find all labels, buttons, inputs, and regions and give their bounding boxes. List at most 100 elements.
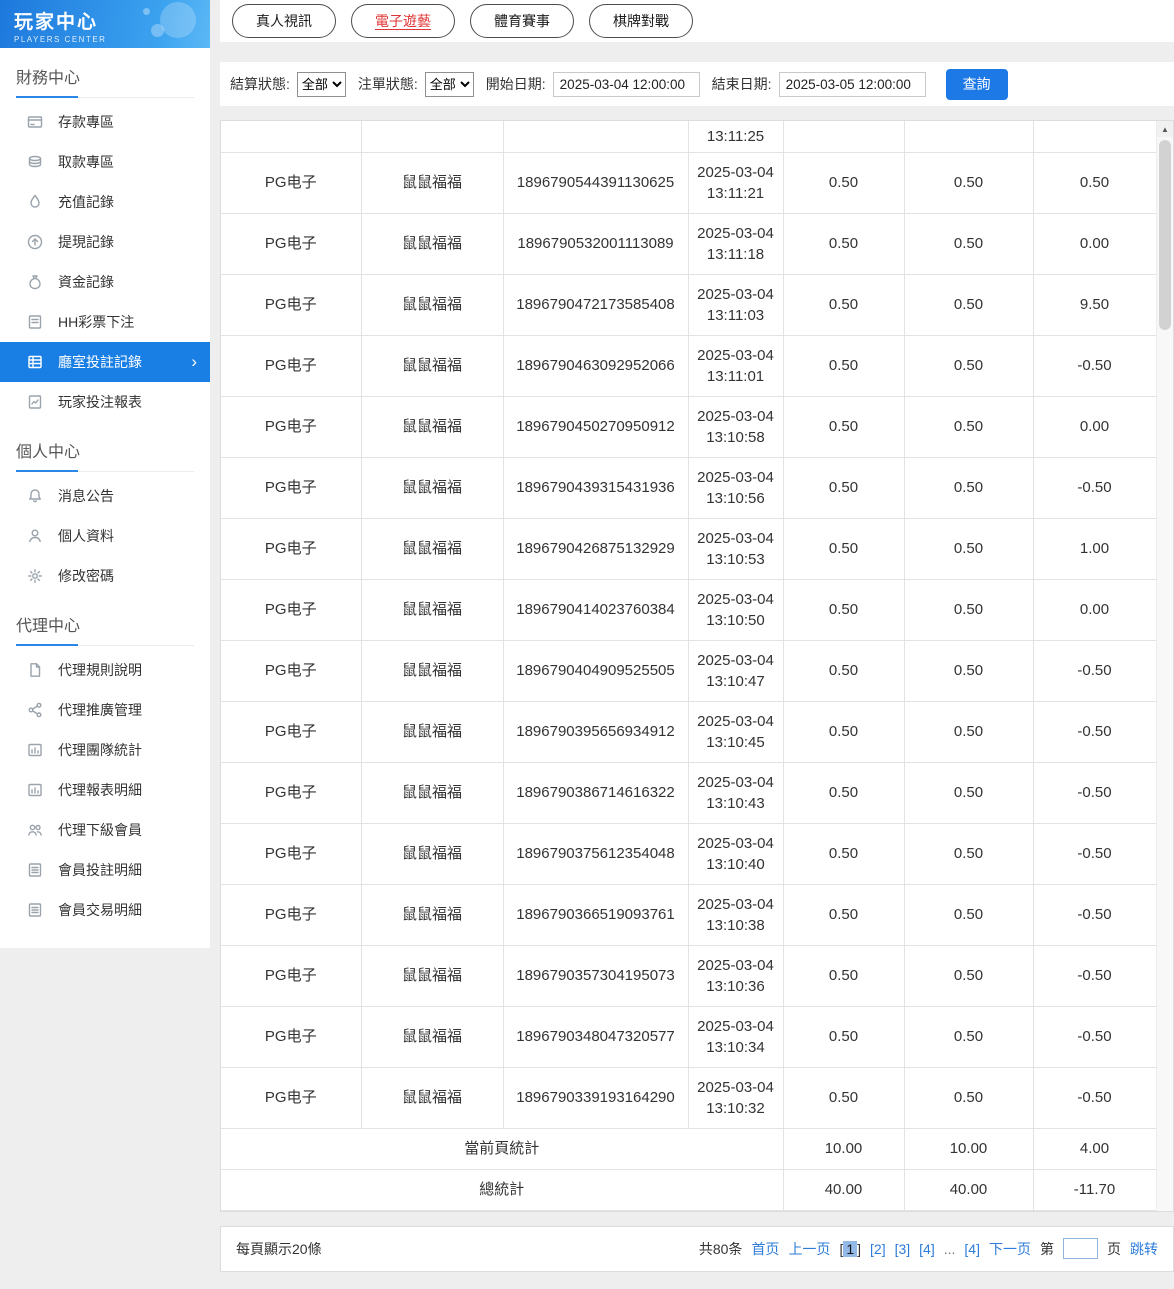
cell-bet: 0.50 xyxy=(783,518,905,580)
order-status-select[interactable]: 全部 xyxy=(424,71,474,97)
chart-icon xyxy=(27,742,43,758)
sidebar-item-label: 取款專區 xyxy=(58,154,114,170)
sidebar-item[interactable]: 會員交易明細 xyxy=(0,890,210,930)
table-row: PG电子 鼠鼠福福 1896790339193164290 2025-03-04 13… xyxy=(221,1067,1157,1129)
sidebar-item[interactable]: 提現記錄 xyxy=(0,222,210,262)
sidebar-item[interactable]: 玩家投注報表 xyxy=(0,382,210,422)
first-page-link[interactable]: 首页 xyxy=(751,1239,779,1259)
sidebar-item[interactable]: 廳室投註記錄 › xyxy=(0,342,210,382)
scrollbar-thumb[interactable] xyxy=(1159,140,1171,330)
cell-payout: -0.50 xyxy=(1033,945,1157,1007)
bell-icon xyxy=(27,488,43,504)
chart-icon xyxy=(27,782,43,798)
sidebar-item-label: 代理報表明細 xyxy=(58,782,142,798)
page-link[interactable]: [2] xyxy=(870,1241,886,1257)
category-tab[interactable]: 棋牌對戰 xyxy=(589,4,693,38)
sidebar-item[interactable]: 代理報表明細 xyxy=(0,770,210,810)
cell-payout: -0.50 xyxy=(1033,640,1157,702)
sidebar-item[interactable]: 修改密碼 xyxy=(0,556,210,596)
table-row-partial: 13:11:25 xyxy=(221,121,1157,153)
sidebar-item[interactable]: 代理團隊統計 xyxy=(0,730,210,770)
total-count: 共80条 xyxy=(698,1240,743,1257)
current-page-number: 1 xyxy=(843,1240,858,1257)
table-row: PG电子 鼠鼠福福 1896790472173585408 2025-03-04 13… xyxy=(221,274,1157,336)
sidebar-item-label: 提現記錄 xyxy=(58,234,114,250)
cell-valid-bet: 0.50 xyxy=(904,945,1034,1007)
sidebar-section-title: 代理中心 xyxy=(16,612,194,646)
cell-order-no: 1896790463092952066 xyxy=(503,335,689,397)
sidebar-item[interactable]: 會員投註明細 xyxy=(0,850,210,890)
cell-provider: PG电子 xyxy=(221,579,362,641)
category-tab[interactable]: 電子遊藝 xyxy=(351,4,455,38)
page-link[interactable]: [4] xyxy=(919,1241,935,1257)
cell-payout: 0.50 xyxy=(1033,152,1157,214)
jump-page-input[interactable] xyxy=(1063,1238,1098,1259)
cell-order-no: 1896790339193164290 xyxy=(503,1067,689,1129)
cell-bet: 0.50 xyxy=(783,396,905,458)
cell-provider: PG电子 xyxy=(221,396,362,458)
current-page[interactable]: [1] xyxy=(839,1240,861,1257)
cell-payout: 9.50 xyxy=(1033,274,1157,336)
total-value: 10.00 xyxy=(904,1128,1034,1170)
table-row: PG电子 鼠鼠福福 1896790414023760384 2025-03-04 13… xyxy=(221,579,1157,641)
start-date-input[interactable] xyxy=(552,71,700,97)
cell-time: 2025-03-04 13:10:47 xyxy=(688,640,784,702)
total-value: 4.00 xyxy=(1033,1128,1157,1170)
table-row: PG电子 鼠鼠福福 1896790395656934912 2025-03-04 13… xyxy=(221,701,1157,763)
cell-bet: 0.50 xyxy=(783,640,905,702)
funds-icon xyxy=(27,274,43,290)
cell-valid-bet: 0.50 xyxy=(904,396,1034,458)
table-scrollbar[interactable]: ▲ xyxy=(1156,121,1173,1211)
report-icon xyxy=(27,394,43,410)
scroll-up-button[interactable]: ▲ xyxy=(1157,121,1173,137)
last-page-link[interactable]: [4] xyxy=(964,1241,980,1257)
cell-valid-bet: 0.50 xyxy=(904,1006,1034,1068)
cell-empty xyxy=(503,121,689,153)
sidebar-item[interactable]: 充值記錄 xyxy=(0,182,210,222)
cell-provider: PG电子 xyxy=(221,518,362,580)
next-page-link[interactable]: 下一页 xyxy=(989,1239,1031,1259)
page-link[interactable]: [3] xyxy=(895,1241,911,1257)
sidebar-item[interactable]: HH彩票下注 xyxy=(0,302,210,342)
sidebar: 玩家中心 PLAYERS CENTER 財務中心 存款專區 取款專區 充值記錄 提現記錄… xyxy=(0,0,210,948)
settle-status-select[interactable]: 全部 xyxy=(296,71,346,97)
cell-time: 2025-03-04 13:10:40 xyxy=(688,823,784,885)
sidebar-nav: 財務中心存款專區取款專區充值記錄提現記錄資金記錄 HH彩票下注 廳室投註記錄 › 玩家投… xyxy=(0,64,210,930)
jump-button[interactable]: 跳转 xyxy=(1130,1239,1158,1259)
cell-time: 2025-03-04 13:10:50 xyxy=(688,579,784,641)
category-tab[interactable]: 真人視訊 xyxy=(232,4,336,38)
sidebar-item[interactable]: 存款專區 xyxy=(0,102,210,142)
cell-payout: 0.00 xyxy=(1033,579,1157,641)
category-tab[interactable]: 體育賽事 xyxy=(470,4,574,38)
sidebar-item[interactable]: 代理推廣管理 xyxy=(0,690,210,730)
sidebar-item-label: 個人資料 xyxy=(58,528,114,544)
sidebar-section-title: 個人中心 xyxy=(16,438,194,472)
sidebar-section-title: 財務中心 xyxy=(16,64,194,98)
sidebar-item[interactable]: 代理下級會員 xyxy=(0,810,210,850)
cell-game: 鼠鼠福福 xyxy=(361,823,504,885)
cell-valid-bet: 0.50 xyxy=(904,213,1034,275)
pagination-ellipsis: ... xyxy=(943,1240,956,1257)
cell-provider: PG电子 xyxy=(221,884,362,946)
cell-game: 鼠鼠福福 xyxy=(361,762,504,824)
cell-game: 鼠鼠福福 xyxy=(361,1006,504,1068)
cell-time: 2025-03-04 13:10:34 xyxy=(688,1006,784,1068)
cell-order-no: 1896790439315431936 xyxy=(503,457,689,519)
sidebar-item[interactable]: 消息公告 xyxy=(0,476,210,516)
prev-page-link[interactable]: 上一页 xyxy=(788,1239,830,1259)
sidebar-item[interactable]: 代理規則說明 xyxy=(0,650,210,690)
cell-bet: 0.50 xyxy=(783,1067,905,1129)
cell-valid-bet: 0.50 xyxy=(904,884,1034,946)
user-icon xyxy=(27,528,43,544)
search-button[interactable]: 查詢 xyxy=(945,68,1008,100)
sidebar-item[interactable]: 取款專區 xyxy=(0,142,210,182)
doc-icon xyxy=(27,662,43,678)
cell-game: 鼠鼠福福 xyxy=(361,884,504,946)
sidebar-item[interactable]: 個人資料 xyxy=(0,516,210,556)
table-row: PG电子 鼠鼠福福 1896790404909525505 2025-03-04 13… xyxy=(221,640,1157,702)
cell-bet: 0.50 xyxy=(783,274,905,336)
end-date-input[interactable] xyxy=(778,71,926,97)
cell-provider: PG电子 xyxy=(221,274,362,336)
table-row: PG电子 鼠鼠福福 1896790532001113089 2025-03-04 13… xyxy=(221,213,1157,275)
sidebar-item[interactable]: 資金記錄 xyxy=(0,262,210,302)
